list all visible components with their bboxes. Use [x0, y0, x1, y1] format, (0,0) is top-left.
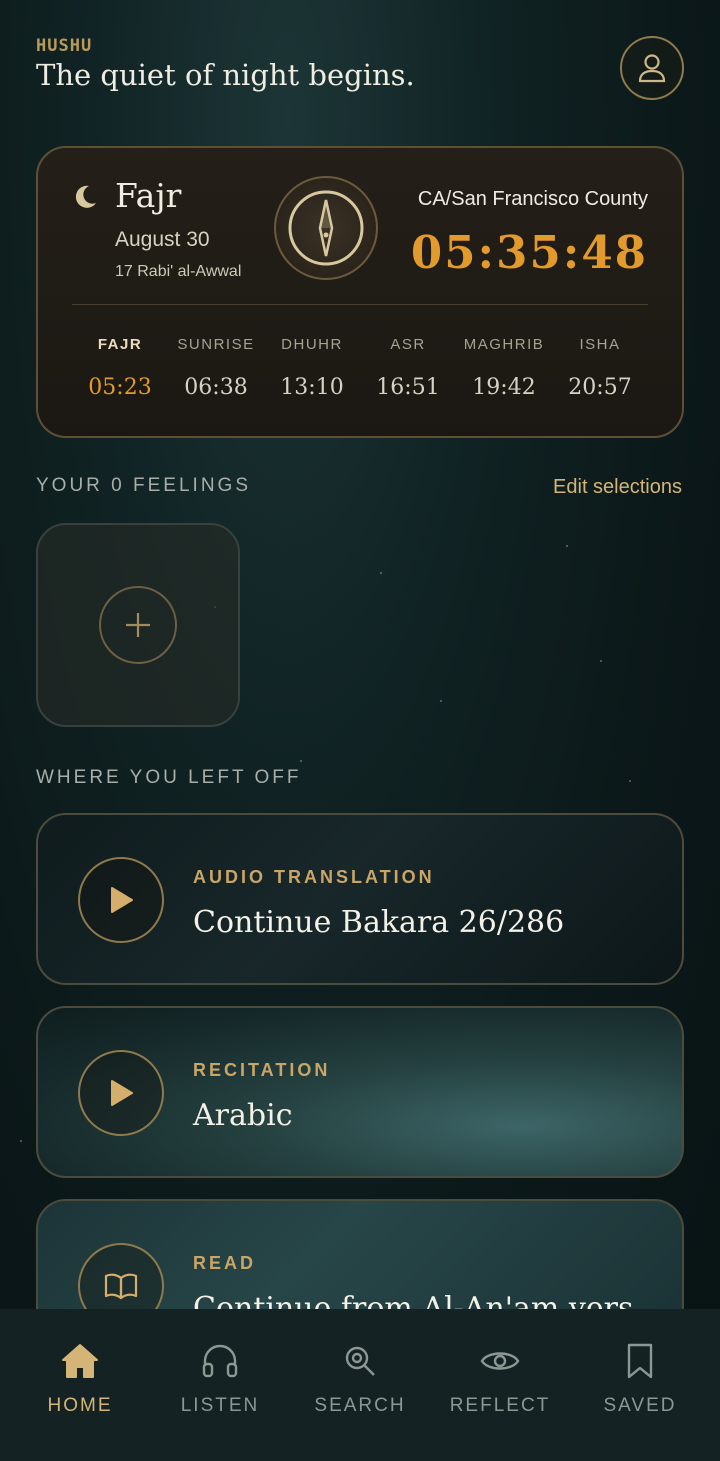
card-title: Arabic	[193, 1098, 293, 1133]
current-prayer-name: Fajr	[115, 176, 182, 215]
brand-logo: HUSHU	[36, 36, 93, 56]
card-title: Continue Bakara 26/286	[193, 905, 565, 940]
prayer-time-isha: ISHA 20:57	[552, 336, 648, 400]
prayer-time-maghrib: MAGHRIB 19:42	[456, 336, 552, 400]
nav-label: LISTEN	[180, 1395, 260, 1416]
resume-section-title: WHERE YOU LEFT OFF	[36, 767, 302, 788]
bookmark-icon	[627, 1343, 653, 1379]
prayer-time-value: 16:51	[376, 375, 440, 400]
add-circle	[99, 586, 177, 664]
play-icon	[111, 887, 133, 913]
prayer-time-value: 05:23	[88, 375, 152, 400]
user-icon	[638, 54, 666, 83]
nav-item-home[interactable]: HOME	[15, 1341, 145, 1461]
profile-button[interactable]	[620, 36, 684, 100]
nav-label: HOME	[47, 1395, 113, 1416]
prayer-time-value: 20:57	[568, 375, 632, 400]
resume-card-recitation[interactable]: RECITATION Arabic	[36, 1006, 684, 1178]
nav-label: SEARCH	[314, 1395, 406, 1416]
prayer-time-label: ISHA	[579, 336, 621, 353]
prayer-time-label: FAJR	[97, 336, 143, 353]
prayer-time-asr: ASR 16:51	[360, 336, 456, 400]
nav-label: SAVED	[603, 1395, 677, 1416]
prayer-time-value: 19:42	[472, 375, 536, 400]
card-kicker: READ	[193, 1253, 257, 1273]
plus-icon	[126, 613, 150, 637]
add-feeling-button[interactable]	[36, 523, 240, 727]
play-button[interactable]	[78, 1050, 164, 1136]
prayer-time-label: SUNRISE	[177, 336, 255, 353]
nav-item-listen[interactable]: LISTEN	[155, 1341, 285, 1461]
card-kicker: RECITATION	[193, 1060, 331, 1080]
resume-card-audio-translation[interactable]: AUDIO TRANSLATION Continue Bakara 26/286	[36, 813, 684, 985]
play-icon	[111, 1080, 133, 1106]
headphones-icon	[202, 1344, 238, 1378]
search-icon	[345, 1346, 375, 1376]
feelings-section-title: YOUR 0 FEELINGS	[36, 475, 251, 496]
prayer-time-value: 13:10	[280, 375, 344, 400]
book-icon	[104, 1273, 138, 1300]
countdown-timer: 05:35:48	[410, 226, 648, 279]
qibla-compass-button[interactable]	[274, 176, 378, 280]
card-kicker: AUDIO TRANSLATION	[193, 867, 435, 887]
compass-icon	[288, 190, 364, 266]
nav-item-reflect[interactable]: REFLECT	[435, 1341, 565, 1461]
gregorian-date: August 30	[115, 228, 210, 251]
header: HUSHU The quiet of night begins.	[36, 34, 684, 104]
play-button[interactable]	[78, 857, 164, 943]
hijri-date: 17 Rabi' al-Awwal	[115, 263, 242, 280]
page-title: The quiet of night begins.	[36, 58, 415, 92]
location-label[interactable]: CA/San Francisco County	[418, 188, 648, 211]
nav-label: REFLECT	[449, 1395, 551, 1416]
edit-selections-link[interactable]: Edit selections	[553, 476, 682, 499]
moon-icon	[75, 185, 96, 208]
prayer-time-dhuhr: DHUHR 13:10	[264, 336, 360, 400]
prayer-times-row: FAJR 05:23 SUNRISE 06:38 DHUHR 13:10 ASR…	[72, 336, 648, 400]
divider	[72, 304, 648, 305]
home-icon	[62, 1344, 98, 1378]
prayer-times-card[interactable]: Fajr August 30 17 Rabi' al-Awwal CA/San …	[36, 146, 684, 438]
prayer-time-value: 06:38	[184, 375, 248, 400]
prayer-time-label: ASR	[390, 336, 426, 353]
nav-item-saved[interactable]: SAVED	[575, 1341, 705, 1461]
prayer-time-label: DHUHR	[281, 336, 343, 353]
nav-item-search[interactable]: SEARCH	[295, 1341, 425, 1461]
prayer-time-sunrise: SUNRISE 06:38	[168, 336, 264, 400]
bottom-nav: HOME LISTEN SEARCH REFLECT SAVED	[0, 1309, 720, 1461]
prayer-time-fajr: FAJR 05:23	[72, 336, 168, 400]
prayer-time-label: MAGHRIB	[463, 336, 545, 353]
eye-icon	[480, 1352, 520, 1370]
